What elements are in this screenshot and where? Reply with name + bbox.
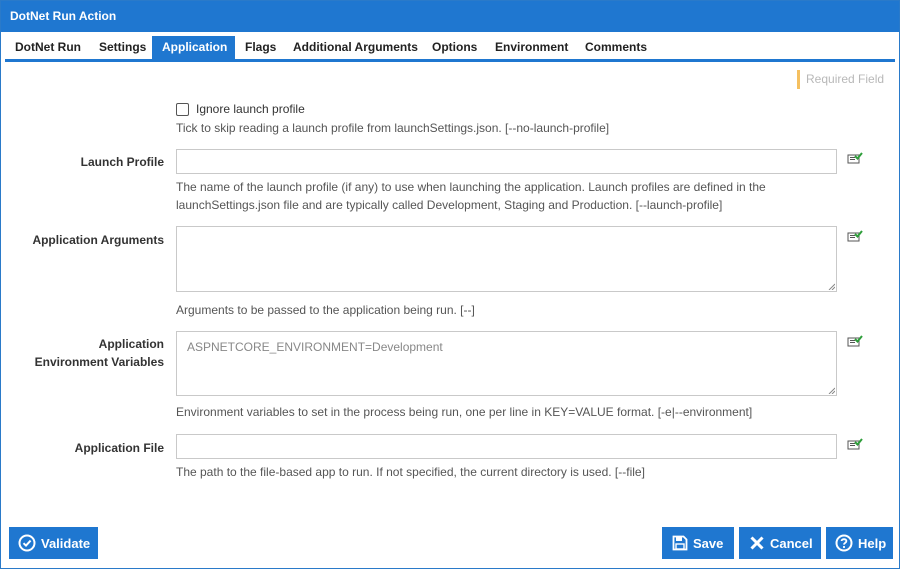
application-arguments-variable-icon[interactable]: [847, 229, 863, 243]
save-button-label: Save: [693, 535, 724, 551]
launch-profile-help-line2: launchSettings.json file and are typical…: [176, 198, 723, 212]
application-environment-variables-textarea[interactable]: [176, 331, 837, 396]
launch-profile-variable-icon[interactable]: [847, 151, 863, 165]
dotnet-run-action-dialog: DotNet Run Action DotNet Run Settings Ap…: [0, 0, 900, 569]
launch-profile-help-line1: The name of the launch profile (if any) …: [176, 180, 766, 194]
application-arguments-textarea[interactable]: [176, 226, 837, 292]
ignore-launch-profile-checkbox[interactable]: [176, 103, 189, 116]
dialog-footer: Validate Save Cancel Help: [9, 527, 893, 559]
tab-options[interactable]: Options: [422, 36, 487, 59]
x-icon: [750, 536, 764, 550]
validate-button[interactable]: Validate: [9, 527, 98, 559]
tab-application[interactable]: Application: [152, 36, 235, 59]
launch-profile-input[interactable]: [176, 149, 837, 174]
application-file-help: The path to the file-based app to run. I…: [176, 465, 645, 479]
required-field-legend: Required Field: [797, 70, 884, 89]
save-button[interactable]: Save: [662, 527, 734, 559]
check-circle-icon: [18, 534, 36, 552]
application-file-label: Application File: [74, 441, 164, 455]
launch-profile-label: Launch Profile: [80, 155, 164, 169]
resize-grip-icon[interactable]: [828, 283, 835, 290]
resize-grip-icon[interactable]: [828, 387, 835, 394]
application-arguments-label: Application Arguments: [32, 233, 164, 247]
validate-button-label: Validate: [41, 535, 91, 551]
application-environment-variables-label-line1: Application: [98, 337, 164, 351]
application-environment-variables-variable-icon[interactable]: [847, 334, 863, 348]
tab-additional-arguments[interactable]: Additional Arguments: [283, 36, 428, 59]
floppy-disk-icon: [672, 535, 688, 551]
tab-settings[interactable]: Settings: [89, 36, 156, 59]
application-environment-variables-help: Environment variables to set in the proc…: [176, 405, 753, 419]
cancel-button-label: Cancel: [770, 535, 813, 551]
tab-comments[interactable]: Comments: [575, 36, 657, 59]
ignore-launch-profile-help: Tick to skip reading a launch profile fr…: [176, 121, 610, 135]
question-circle-icon: [835, 534, 853, 552]
help-button[interactable]: Help: [826, 527, 893, 559]
application-file-input[interactable]: [176, 434, 837, 459]
help-button-label: Help: [858, 535, 887, 551]
tab-flags[interactable]: Flags: [235, 36, 286, 59]
tab-environment[interactable]: Environment: [485, 36, 578, 59]
application-file-variable-icon[interactable]: [847, 437, 863, 451]
application-environment-variables-label-line2: Environment Variables: [34, 355, 164, 369]
tab-dotnet-run[interactable]: DotNet Run: [5, 36, 91, 59]
cancel-button[interactable]: Cancel: [739, 527, 821, 559]
window-title: DotNet Run Action: [1, 1, 899, 32]
ignore-launch-profile-label[interactable]: Ignore launch profile: [196, 100, 305, 118]
application-arguments-help: Arguments to be passed to the applicatio…: [176, 303, 475, 317]
tab-bar: DotNet Run Settings Application Flags Ad…: [5, 36, 895, 62]
